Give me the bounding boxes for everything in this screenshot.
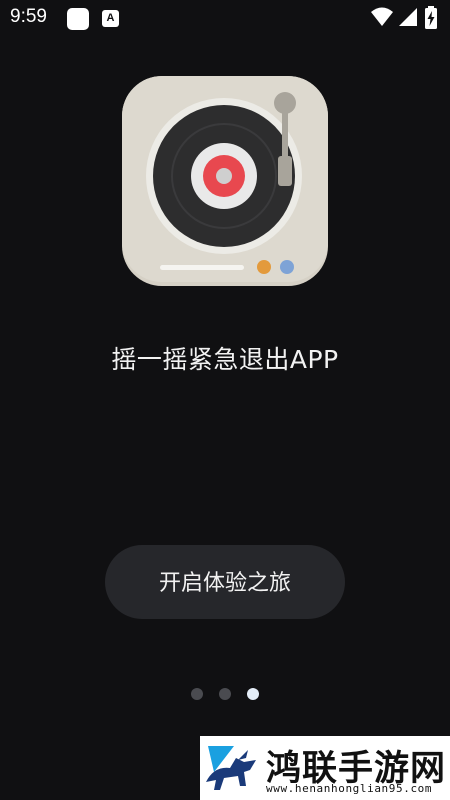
watermark: 鸿联手游网 www.henanhonglian95.com xyxy=(200,736,450,800)
control-bar xyxy=(160,265,244,270)
tonearm-head xyxy=(278,156,292,186)
blue-knob xyxy=(280,260,294,274)
a-notification-icon: A xyxy=(102,10,119,27)
bull-logo-icon xyxy=(204,742,260,796)
app-notification-icon xyxy=(67,8,89,30)
status-time: 9:59 xyxy=(10,6,47,27)
status-bar: 9:59 A xyxy=(0,0,450,36)
page-dot-1 xyxy=(191,688,203,700)
tonearm xyxy=(282,103,288,163)
signal-icon xyxy=(399,8,417,26)
page-indicator xyxy=(0,688,450,702)
onboarding-headline: 摇一摇紧急退出APP xyxy=(111,345,339,374)
system-icons xyxy=(370,6,442,30)
battery-charging-icon xyxy=(425,6,437,29)
page-dot-2 xyxy=(219,688,231,700)
orange-knob xyxy=(257,260,271,274)
watermark-url: www.henanhonglian95.com xyxy=(266,782,433,795)
start-experience-button[interactable]: 开启体验之旅 xyxy=(105,545,345,619)
wifi-icon xyxy=(371,7,393,26)
record-spindle xyxy=(216,168,232,184)
page-dot-3 xyxy=(247,688,259,700)
record-player-icon xyxy=(122,76,328,286)
